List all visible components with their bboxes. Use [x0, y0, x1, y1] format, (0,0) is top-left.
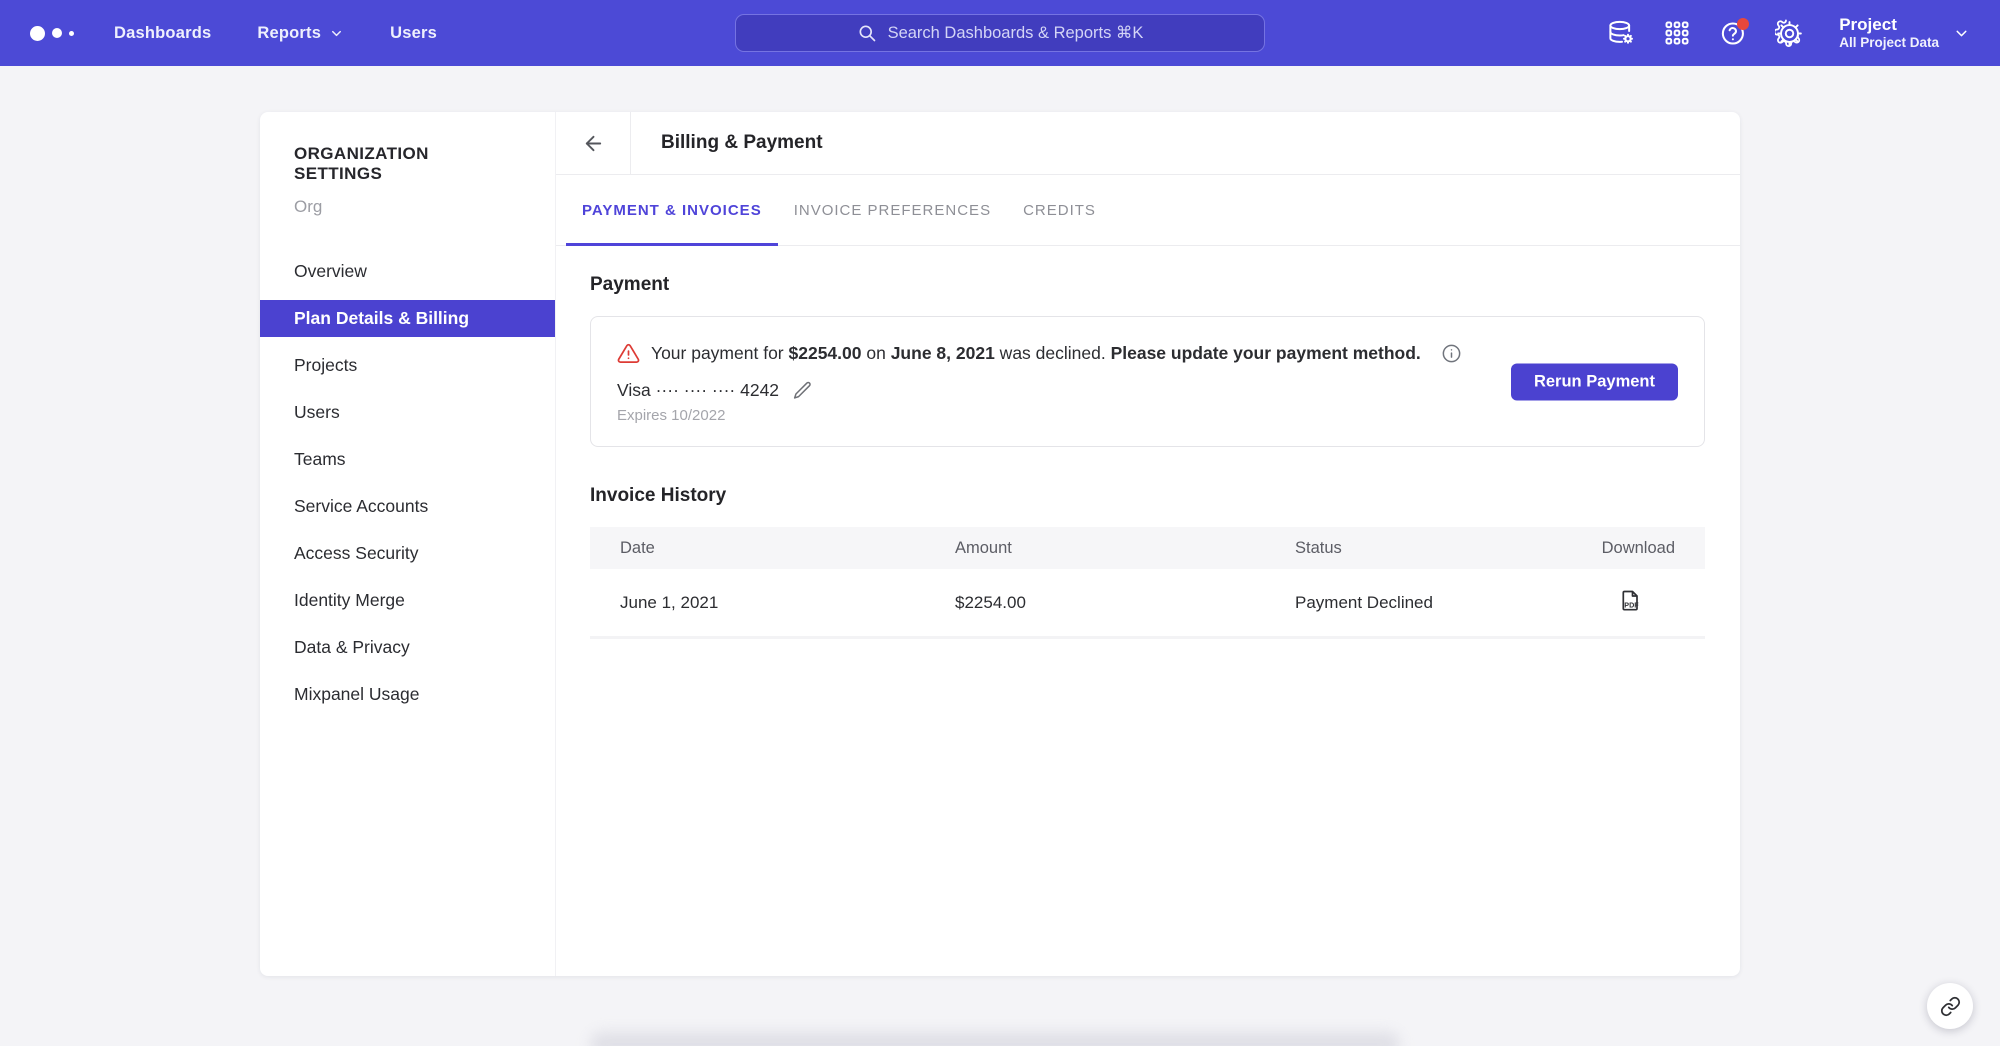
settings-card: ORGANIZATION SETTINGS Org Overview Plan …: [260, 112, 1740, 976]
navbar-right: Project All Project Data: [1605, 15, 1970, 50]
window-peek-shadow: [590, 1032, 1400, 1046]
search-input[interactable]: Search Dashboards & Reports ⌘K: [735, 14, 1265, 52]
sidebar-item-data-privacy[interactable]: Data & Privacy: [260, 629, 555, 666]
help-icon[interactable]: [1717, 17, 1749, 49]
alert-prefix: Your payment for: [651, 343, 789, 363]
project-selector-title: Project: [1839, 15, 1939, 35]
invoice-table-header: Date Amount Status Download: [590, 527, 1705, 569]
chevron-down-icon: [329, 26, 344, 41]
logo-dot-small: [69, 31, 74, 36]
sidebar-item-users[interactable]: Users: [260, 394, 555, 431]
alert-emphasis: Please update your payment method.: [1111, 343, 1421, 363]
card-expiry: Expires 10/2022: [617, 407, 1678, 424]
back-button[interactable]: [556, 112, 631, 174]
billing-header: Billing & Payment: [556, 112, 1740, 175]
logo-dot-large: [30, 26, 45, 41]
sidebar-items: Overview Plan Details & Billing Projects…: [260, 253, 555, 713]
sidebar-item-teams[interactable]: Teams: [260, 441, 555, 478]
rerun-payment-button[interactable]: Rerun Payment: [1511, 363, 1678, 400]
search-placeholder: Search Dashboards & Reports ⌘K: [888, 23, 1144, 43]
nav-dashboards-label: Dashboards: [114, 24, 211, 43]
payment-declined-alert: Your payment for $2254.00 on June 8, 202…: [617, 342, 1678, 365]
pdf-download-icon[interactable]: PDF: [1618, 588, 1642, 613]
org-name: Org: [260, 197, 555, 217]
billing-main-panel: Billing & Payment PAYMENT & INVOICES INV…: [556, 112, 1740, 976]
nav-links: Dashboards Reports Users: [114, 24, 437, 43]
nav-users-label: Users: [390, 24, 437, 43]
alert-suffix: was declined.: [995, 343, 1111, 363]
sidebar-item-service-accounts[interactable]: Service Accounts: [260, 488, 555, 525]
org-settings-sidebar: ORGANIZATION SETTINGS Org Overview Plan …: [260, 112, 556, 976]
link-icon: [1940, 996, 1961, 1017]
column-date: Date: [620, 539, 955, 558]
project-selector[interactable]: Project All Project Data: [1839, 15, 1970, 50]
column-status: Status: [1295, 539, 1585, 558]
payment-section-heading: Payment: [590, 274, 1705, 296]
sidebar-item-plan-details-billing[interactable]: Plan Details & Billing: [260, 300, 555, 337]
alert-amount: $2254.00: [789, 343, 862, 363]
search-icon: [857, 23, 877, 43]
sidebar-item-projects[interactable]: Projects: [260, 347, 555, 384]
nav-reports-label: Reports: [257, 24, 321, 43]
apps-grid-icon[interactable]: [1661, 17, 1693, 49]
nav-users[interactable]: Users: [390, 24, 437, 43]
sidebar-item-identity-merge[interactable]: Identity Merge: [260, 582, 555, 619]
settings-gear-icon[interactable]: [1773, 17, 1805, 49]
mixpanel-logo[interactable]: [30, 26, 74, 41]
logo-dot-medium: [52, 28, 62, 38]
info-icon[interactable]: [1441, 343, 1462, 364]
tab-invoice-preferences[interactable]: INVOICE PREFERENCES: [778, 175, 1007, 245]
sidebar-item-mixpanel-usage[interactable]: Mixpanel Usage: [260, 676, 555, 713]
share-link-button[interactable]: [1927, 983, 1973, 1029]
warning-triangle-icon: [617, 342, 640, 365]
alert-text: Your payment for $2254.00 on June 8, 202…: [651, 343, 1421, 364]
page-title: Billing & Payment: [631, 112, 823, 174]
project-selector-subtitle: All Project Data: [1839, 35, 1939, 51]
alert-date: June 8, 2021: [891, 343, 995, 363]
sidebar-heading: ORGANIZATION SETTINGS: [260, 144, 555, 184]
invoice-date: June 1, 2021: [620, 593, 955, 613]
arrow-left-icon: [582, 132, 605, 155]
tab-credits[interactable]: CREDITS: [1007, 175, 1112, 245]
nav-reports[interactable]: Reports: [257, 24, 344, 43]
tab-payment-invoices[interactable]: PAYMENT & INVOICES: [566, 175, 778, 245]
billing-tabs: PAYMENT & INVOICES INVOICE PREFERENCES C…: [556, 175, 1740, 246]
sidebar-item-overview[interactable]: Overview: [260, 253, 555, 290]
card-label: Visa ···· ···· ···· 4242: [617, 380, 779, 401]
edit-card-icon[interactable]: [792, 380, 813, 401]
nav-dashboards[interactable]: Dashboards: [114, 24, 211, 43]
alert-mid: on: [862, 343, 891, 363]
column-amount: Amount: [955, 539, 1295, 558]
invoice-row: June 1, 2021 $2254.00 Payment Declined P…: [590, 569, 1705, 639]
billing-content: Payment Your payment for $2254.00 on Jun…: [556, 246, 1740, 639]
data-management-icon[interactable]: [1605, 17, 1637, 49]
invoice-history-heading: Invoice History: [590, 485, 1705, 507]
column-download: Download: [1585, 539, 1675, 558]
payment-card: Your payment for $2254.00 on June 8, 202…: [590, 316, 1705, 447]
top-navbar: Dashboards Reports Users Search Dashboar…: [0, 0, 2000, 66]
chevron-down-icon: [1953, 25, 1970, 42]
sidebar-item-access-security[interactable]: Access Security: [260, 535, 555, 572]
invoice-table: Date Amount Status Download June 1, 2021…: [590, 527, 1705, 639]
svg-text:PDF: PDF: [1624, 600, 1639, 609]
invoice-status: Payment Declined: [1295, 593, 1585, 613]
invoice-amount: $2254.00: [955, 593, 1295, 613]
